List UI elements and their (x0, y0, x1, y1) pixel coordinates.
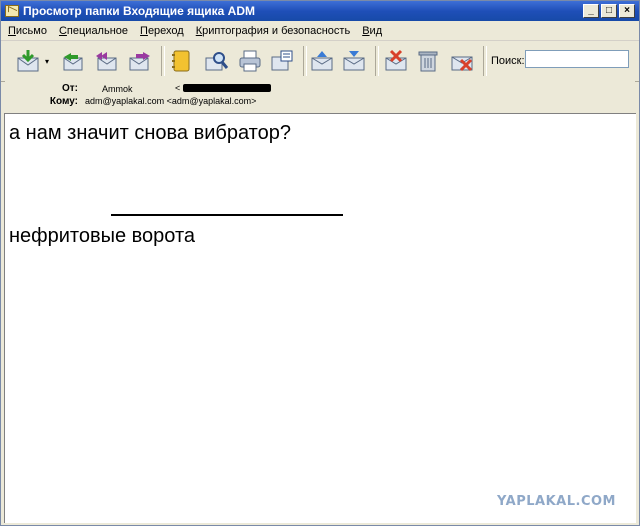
toolbar-separator (303, 46, 307, 76)
window-title: Просмотр папки Входящие ящика ADM (23, 4, 256, 18)
reply-all-icon[interactable] (93, 48, 119, 74)
find-icon[interactable] (203, 48, 229, 74)
menu-go[interactable]: Переход (133, 25, 189, 37)
dropdown-arrow-icon[interactable]: ▾ (45, 57, 49, 66)
blank-underline (111, 214, 343, 216)
from-row: От: Ammok < (5, 83, 635, 97)
search-input[interactable] (525, 50, 629, 68)
properties-icon[interactable] (269, 48, 295, 74)
toolbar-separator (375, 46, 379, 76)
menu-crypto-security[interactable]: Криптография и безопасность (189, 25, 355, 37)
redaction-mark (183, 84, 271, 92)
from-bracket: < (175, 83, 181, 93)
menu-special[interactable]: Специальное (52, 25, 133, 37)
trash-icon[interactable] (415, 48, 441, 74)
maximize-button[interactable]: □ (601, 4, 617, 18)
title-bar[interactable]: Просмотр папки Входящие ящика ADM _ □ × (1, 1, 639, 21)
toolbar-separator (161, 46, 165, 76)
close-button[interactable]: × (619, 4, 635, 18)
print-icon[interactable] (237, 48, 263, 74)
from-name[interactable]: Ammok (102, 84, 133, 94)
move-up-icon[interactable] (309, 48, 335, 74)
message-headers: От: Ammok < Кому: adm@yaplakal.com <adm@… (5, 81, 635, 111)
envelope-app-icon (5, 5, 19, 17)
mail-window: Просмотр папки Входящие ящика ADM _ □ × … (0, 0, 640, 526)
to-label: Кому: (49, 96, 78, 107)
menu-view[interactable]: Вид (355, 25, 387, 37)
site-watermark: YAPLAKAL.COM (497, 494, 616, 509)
menu-letter[interactable]: Письмо (1, 25, 52, 37)
minimize-button[interactable]: _ (583, 4, 599, 18)
to-row: Кому: adm@yaplakal.com <adm@yaplakal.com… (5, 96, 635, 110)
toolbar-separator (483, 46, 487, 76)
address-book-icon[interactable] (169, 48, 195, 74)
forward-icon[interactable] (127, 48, 153, 74)
move-down-icon[interactable] (341, 48, 367, 74)
window-controls: _ □ × (583, 4, 635, 18)
search-label: Поиск: (491, 55, 525, 67)
reply-icon[interactable] (59, 48, 85, 74)
message-line-1: а нам значит снова вибратор? (9, 122, 291, 144)
message-body[interactable]: а нам значит снова вибратор? нефритовые … (4, 113, 636, 523)
mark-spam-icon[interactable] (383, 48, 409, 74)
message-line-2: нефритовые ворота (9, 225, 196, 247)
delete-icon[interactable] (449, 48, 475, 74)
to-address[interactable]: adm@yaplakal.com <adm@yaplakal.com> (85, 96, 256, 106)
get-mail-icon[interactable] (15, 48, 41, 74)
menu-bar: Письмо Специальное Переход Криптография … (1, 21, 639, 41)
from-label: От: (61, 83, 78, 94)
